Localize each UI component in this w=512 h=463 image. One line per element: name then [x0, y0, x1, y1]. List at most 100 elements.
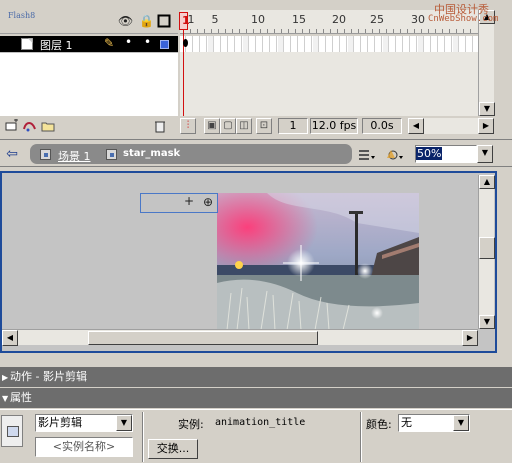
frame-cell[interactable]	[390, 36, 396, 52]
visibility-dot[interactable]: •	[125, 35, 132, 49]
actions-panel-title: 动作 - 影片剪辑	[10, 370, 87, 383]
onion-markers-icon[interactable]: ⊡	[256, 118, 272, 134]
scroll-down-icon[interactable]: ▼	[479, 102, 495, 116]
frame-cells[interactable]	[180, 36, 478, 52]
frame-cell[interactable]	[292, 36, 298, 52]
onion-outline-icon[interactable]: ▢	[220, 118, 236, 134]
frame-cell[interactable]	[299, 36, 305, 52]
instance-name-input[interactable]: <实例名称>	[35, 437, 133, 457]
frame-cell[interactable]	[278, 36, 284, 52]
ruler-tick	[449, 29, 450, 33]
actions-panel-header[interactable]: ▶ 动作 - 影片剪辑	[0, 367, 512, 387]
stage-hscrollbar[interactable]: ◀ ▶	[2, 329, 478, 346]
frame-cell[interactable]	[250, 36, 256, 52]
frame-cell[interactable]	[320, 36, 326, 52]
center-frame-icon[interactable]: ⫶	[180, 118, 196, 134]
frame-cell[interactable]	[208, 36, 214, 52]
stage-photo[interactable]	[217, 193, 419, 330]
swap-button[interactable]: 交换...	[148, 439, 198, 459]
frame-cell[interactable]	[446, 36, 452, 52]
outline-icon[interactable]	[157, 14, 171, 28]
properties-panel-header[interactable]: ▼ 属性	[0, 388, 512, 408]
ruler-tick	[302, 29, 303, 33]
frame-cell[interactable]	[383, 36, 389, 52]
frame-cell[interactable]	[453, 36, 459, 52]
scroll-right-icon[interactable]: ▶	[478, 118, 494, 134]
frame-cell[interactable]	[418, 36, 424, 52]
timeline-vscrollbar[interactable]: ▲ ▼	[478, 10, 495, 116]
frame-cell[interactable]	[460, 36, 466, 52]
frame-cell[interactable]	[236, 36, 242, 52]
frame-cell[interactable]	[348, 36, 354, 52]
ruler-tick	[330, 29, 331, 33]
ruler-tick	[274, 29, 275, 33]
frame-cell[interactable]	[222, 36, 228, 52]
frame-cell[interactable]	[376, 36, 382, 52]
ruler-tick	[246, 29, 247, 33]
chevron-down-icon[interactable]: ▼	[477, 145, 493, 163]
insert-layer-icon[interactable]	[4, 118, 20, 133]
frame-rate-field[interactable]: 12.0 fps	[310, 118, 358, 134]
lock-icon[interactable]: 🔒	[139, 14, 154, 28]
scroll-up-icon[interactable]: ▲	[479, 175, 495, 189]
insert-folder-icon[interactable]	[40, 119, 56, 133]
trash-icon[interactable]	[152, 119, 168, 133]
edit-scene-icon[interactable]	[357, 146, 377, 164]
frame-cell[interactable]	[432, 36, 438, 52]
frame-cell[interactable]	[467, 36, 473, 52]
timeline-hscroll-track[interactable]	[424, 118, 478, 134]
breadcrumb-scene[interactable]: 场景 1	[58, 148, 91, 164]
layer-color-swatch[interactable]	[160, 40, 169, 49]
frame-cell[interactable]	[257, 36, 263, 52]
scroll-down-icon[interactable]: ▼	[479, 315, 495, 329]
stage-vscrollbar[interactable]: ▲ ▼	[478, 175, 495, 329]
keyframe-dot[interactable]	[183, 39, 188, 47]
pencil-icon[interactable]: ✎	[104, 36, 114, 50]
layer-row-1[interactable]: 图层 1 ✎ • •	[0, 35, 178, 52]
frame-cell[interactable]	[397, 36, 403, 52]
frame-cell[interactable]	[201, 36, 207, 52]
eye-icon[interactable]: 👁	[118, 14, 133, 28]
edit-bar: ⇦ 场景 1 star_mask 50% ▼	[0, 141, 512, 167]
chevron-down-icon[interactable]: ▼	[453, 415, 469, 431]
frame-cell[interactable]	[327, 36, 333, 52]
frame-cell[interactable]	[215, 36, 221, 52]
frame-cell[interactable]	[439, 36, 445, 52]
frame-cell[interactable]	[355, 36, 361, 52]
onion-skin-icon[interactable]: ▣	[204, 118, 220, 134]
scroll-right-icon[interactable]: ▶	[462, 330, 478, 346]
scroll-thumb[interactable]	[479, 237, 495, 259]
frame-cell[interactable]	[194, 36, 200, 52]
ruler-tick	[372, 29, 373, 33]
ruler-tick	[323, 29, 324, 33]
edit-multiple-frames-icon[interactable]: ◫	[236, 118, 252, 134]
frame-cell[interactable]	[264, 36, 270, 52]
lock-dot[interactable]: •	[144, 35, 151, 49]
frame-cell[interactable]	[369, 36, 375, 52]
zoom-field[interactable]: 50%	[415, 145, 477, 163]
ruler-tick	[288, 29, 289, 33]
frame-cell[interactable]	[285, 36, 291, 52]
frame-cell[interactable]	[341, 36, 347, 52]
frame-cell[interactable]	[404, 36, 410, 52]
frame-cell[interactable]	[411, 36, 417, 52]
scroll-left-icon[interactable]: ◀	[2, 330, 18, 346]
frame-cell[interactable]	[306, 36, 312, 52]
frame-cell[interactable]	[425, 36, 431, 52]
frame-cell[interactable]	[334, 36, 340, 52]
frame-cell[interactable]	[313, 36, 319, 52]
scroll-thumb[interactable]	[88, 331, 318, 345]
chevron-down-icon[interactable]: ▼	[116, 415, 132, 431]
frame-cell[interactable]	[229, 36, 235, 52]
ruler-label: 5	[211, 13, 219, 26]
edit-symbol-icon[interactable]	[385, 146, 405, 164]
back-arrow-icon[interactable]: ⇦	[3, 145, 21, 163]
ruler-label: 30	[411, 13, 425, 26]
frame-cell[interactable]	[271, 36, 277, 52]
scroll-left-icon[interactable]: ◀	[408, 118, 424, 134]
breadcrumb-symbol[interactable]: star_mask	[123, 148, 180, 159]
frame-cell[interactable]	[362, 36, 368, 52]
frame-cell[interactable]	[243, 36, 249, 52]
ruler-tick	[344, 29, 345, 33]
add-guide-layer-icon[interactable]	[22, 119, 38, 133]
